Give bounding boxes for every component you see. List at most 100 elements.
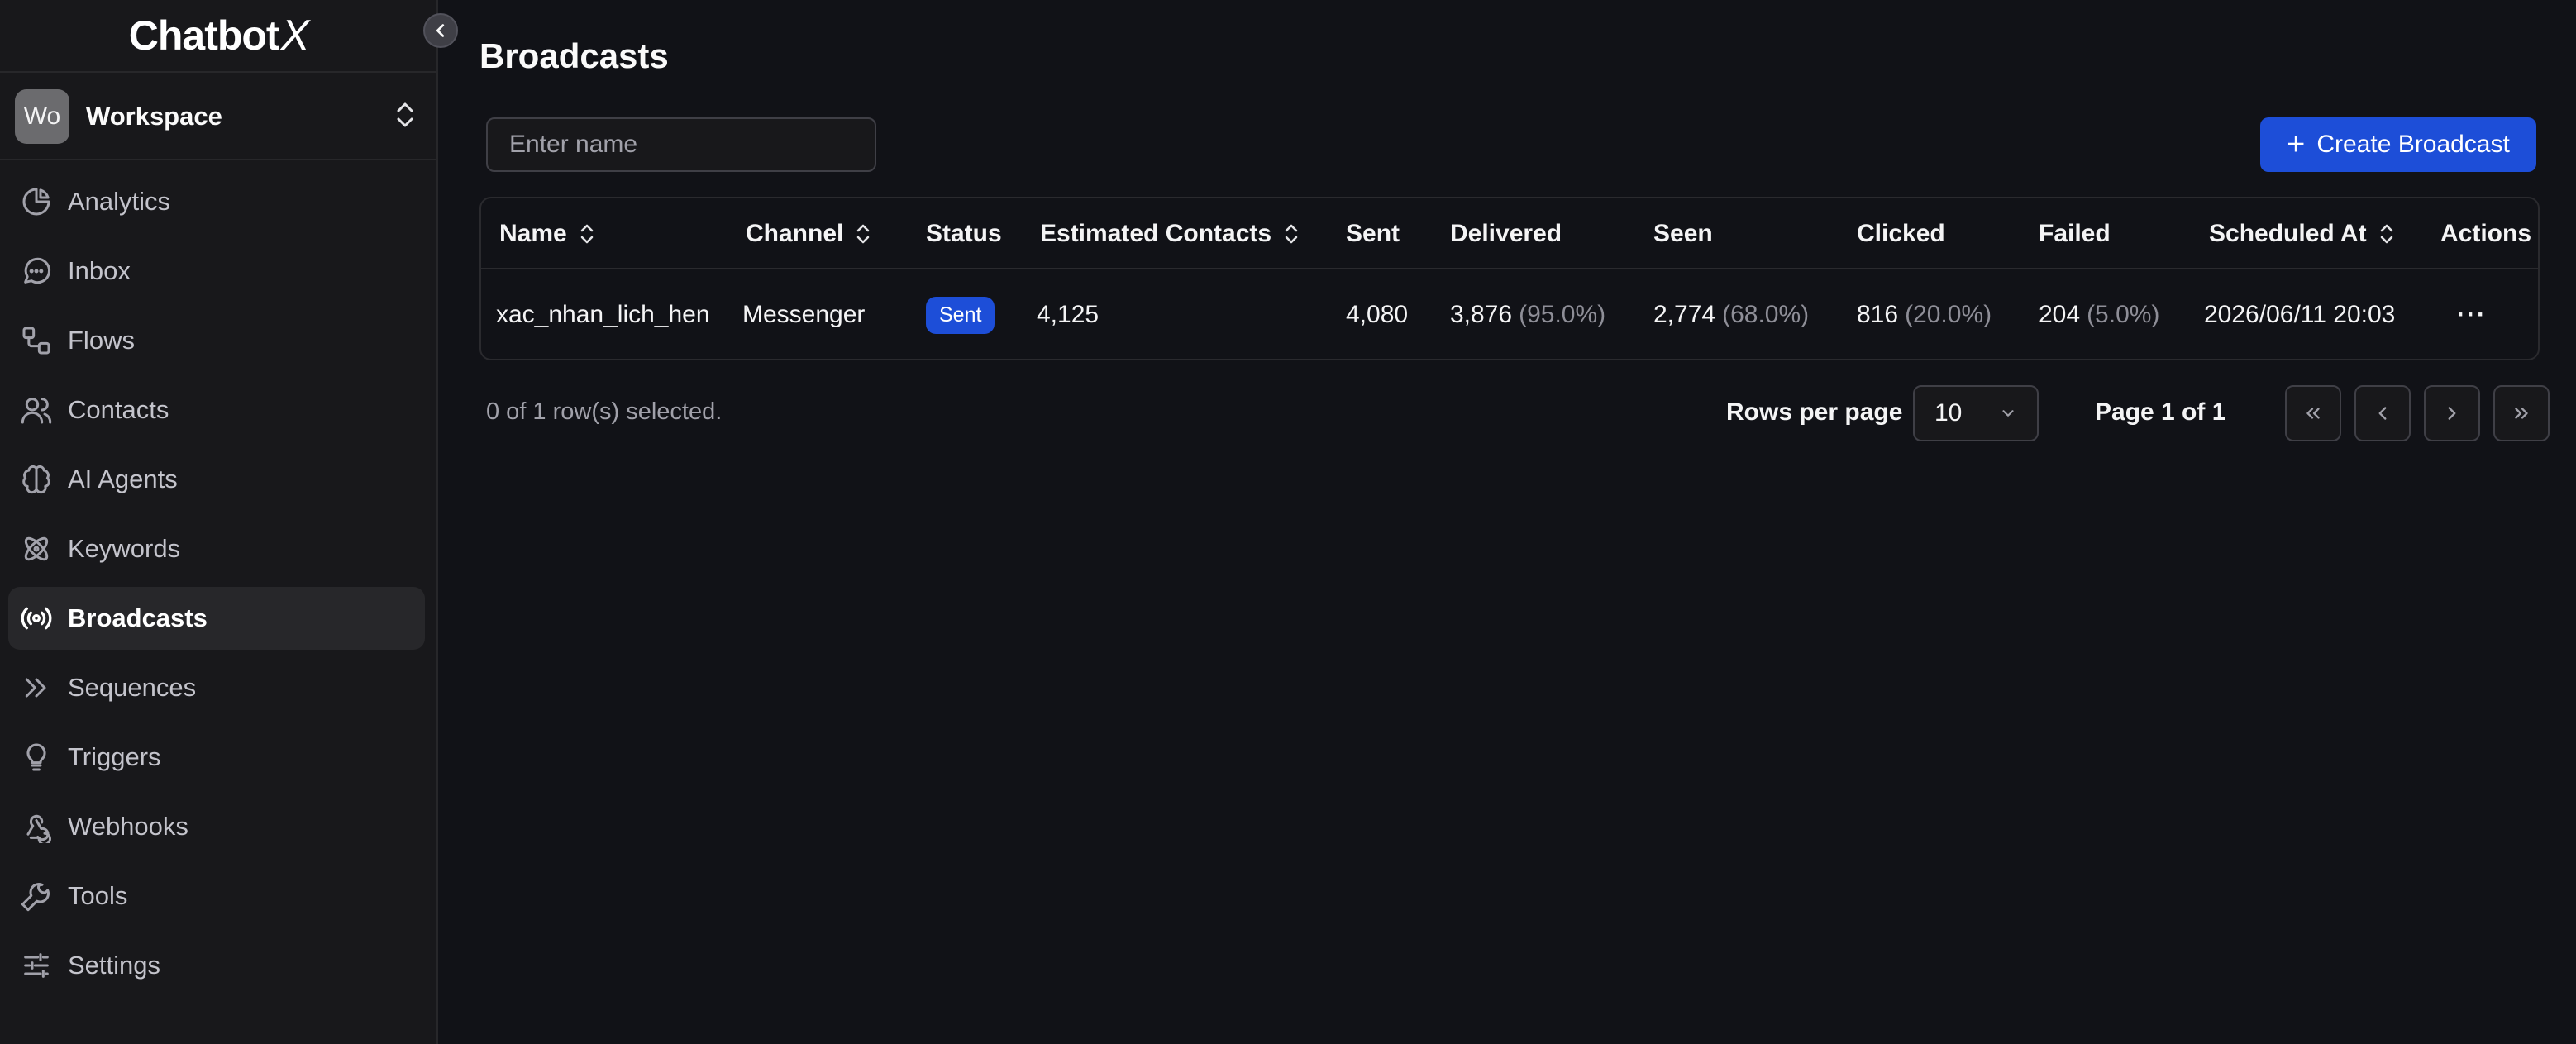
sidebar-nav: Analytics Inbox Flows Contacts AI Agents… [8,170,425,1003]
sort-icon [1283,222,1300,246]
sidebar-item-label: Contacts [68,395,169,424]
sliders-icon [24,953,49,978]
plus-icon: + [2287,127,2306,162]
chevron-right-icon [2448,407,2456,420]
chevron-down-icon [2002,410,2014,417]
selection-status: 0 of 1 row(s) selected. [486,398,723,425]
failed-percent: (5.0%) [2087,301,2160,328]
column-header-scheduled-at[interactable]: Scheduled At [2209,198,2395,269]
sidebar-item-triggers[interactable]: Triggers [8,726,425,789]
search-input[interactable] [486,117,876,172]
header-label: Clicked [1857,220,1945,247]
sidebar-item-tools[interactable]: Tools [8,865,425,927]
app-root: Chatbot X Wo Workspace Analytics Inbox Fl… [0,0,2576,1044]
create-broadcast-button[interactable]: + Create Broadcast [2260,117,2536,172]
page-indicator: Page 1 of 1 [2095,398,2226,426]
lightbulb-icon [26,743,46,771]
logo-x: X [280,12,310,60]
chevron-left-icon [2378,407,2387,420]
next-page-button[interactable] [2424,385,2480,441]
flows-icon [22,327,50,355]
sidebar-item-keywords[interactable]: Keywords [8,517,425,580]
delivered-percent: (95.0%) [1519,301,1606,328]
header-label: Name [499,220,567,247]
workspace-switcher[interactable]: Wo Workspace [0,74,438,160]
column-header-clicked: Clicked [1857,198,1945,269]
cell-estimated-contacts: 4,125 [1037,301,1100,328]
broadcasts-table: Name Channel Status Estimated Contacts S… [479,197,2540,360]
first-page-button[interactable] [2285,385,2341,441]
sidebar-item-flows[interactable]: Flows [8,309,425,372]
sidebar-item-sequences[interactable]: Sequences [8,656,425,719]
clicked-percent: (20.0%) [1905,301,1992,328]
sidebar-item-label: Webhooks [68,812,188,841]
header-label: Failed [2039,220,2111,247]
sidebar-item-label: Inbox [68,256,131,285]
status-badge: Sent [926,296,995,334]
sidebar: Chatbot X Wo Workspace Analytics Inbox Fl… [0,0,438,1044]
column-header-delivered: Delivered [1450,198,1562,269]
previous-page-button[interactable] [2354,385,2411,441]
cell-name: xac_nhan_lich_hen [496,301,710,328]
sidebar-collapse-button[interactable] [423,13,458,48]
sidebar-item-ai-agents[interactable]: AI Agents [8,448,425,511]
row-actions-button[interactable]: ··· [2457,269,2487,359]
failed-count: 204 [2039,301,2081,328]
sidebar-item-contacts[interactable]: Contacts [8,379,425,441]
cell-delivered: 3,876 (95.0%) [1450,269,1606,359]
header-label: Seen [1653,220,1713,247]
sort-icon [855,222,871,246]
clicked-count: 816 [1857,301,1899,328]
broadcast-icon [21,607,52,630]
create-broadcast-label: Create Broadcast [2316,131,2510,158]
last-page-button[interactable] [2493,385,2550,441]
sidebar-item-settings[interactable]: Settings [8,934,425,997]
seen-count: 2,774 [1653,301,1716,328]
sidebar-item-inbox[interactable]: Inbox [8,240,425,303]
column-header-estimated-contacts[interactable]: Estimated Contacts [1040,198,1300,269]
sidebar-item-label: Settings [68,951,161,980]
header-label: Delivered [1450,220,1562,247]
chevrons-up-down-icon [394,100,417,134]
sidebar-item-label: Sequences [68,673,197,702]
header-label: Channel [746,220,844,247]
chevrons-right-icon [2515,408,2528,419]
delivered-count: 3,876 [1450,301,1513,328]
header-label: Actions [2440,220,2532,247]
table-header: Name Channel Status Estimated Contacts S… [481,198,2538,269]
users-icon [21,398,52,424]
sidebar-item-label: Broadcasts [68,603,208,632]
cell-failed: 204 (5.0%) [2039,269,2160,359]
more-horizontal-icon: ··· [2457,301,2487,328]
column-header-seen: Seen [1653,198,1713,269]
atom-icon [24,536,49,561]
cell-clicked: 816 (20.0%) [1857,269,1992,359]
sidebar-item-label: Keywords [68,534,181,563]
column-header-sent: Sent [1346,198,1400,269]
header-label: Sent [1346,220,1400,247]
sort-icon [579,222,595,246]
sidebar-item-label: Analytics [68,187,171,216]
sidebar-item-label: Flows [68,326,135,355]
column-header-failed: Failed [2039,198,2111,269]
header-label: Scheduled At [2209,220,2367,247]
chart-pie-icon [22,188,50,216]
table-row[interactable]: xac_nhan_lich_hen Messenger Sent 4,125 4… [481,269,2538,359]
rows-per-page-select[interactable]: 10 [1913,385,2039,441]
logo: Chatbot X [0,0,438,73]
sidebar-item-label: Triggers [68,742,161,771]
cell-scheduled-at: 2026/06/11 20:03 [2204,301,2396,328]
chevron-left-icon [436,24,445,37]
header-label: Estimated Contacts [1040,220,1272,247]
column-header-name[interactable]: Name [499,198,595,269]
sidebar-item-analytics[interactable]: Analytics [8,170,425,233]
brain-icon [22,465,50,494]
sidebar-item-broadcasts[interactable]: Broadcasts [8,587,425,650]
rows-per-page-label: Rows per page [1726,398,1903,426]
logo-text: Chatbot [128,12,280,59]
main-content: Broadcasts + Create Broadcast Name Chann… [440,0,2576,1044]
webhook-icon [26,814,51,843]
workspace-name: Workspace [86,102,222,131]
column-header-channel[interactable]: Channel [746,198,871,269]
sidebar-item-webhooks[interactable]: Webhooks [8,795,425,858]
